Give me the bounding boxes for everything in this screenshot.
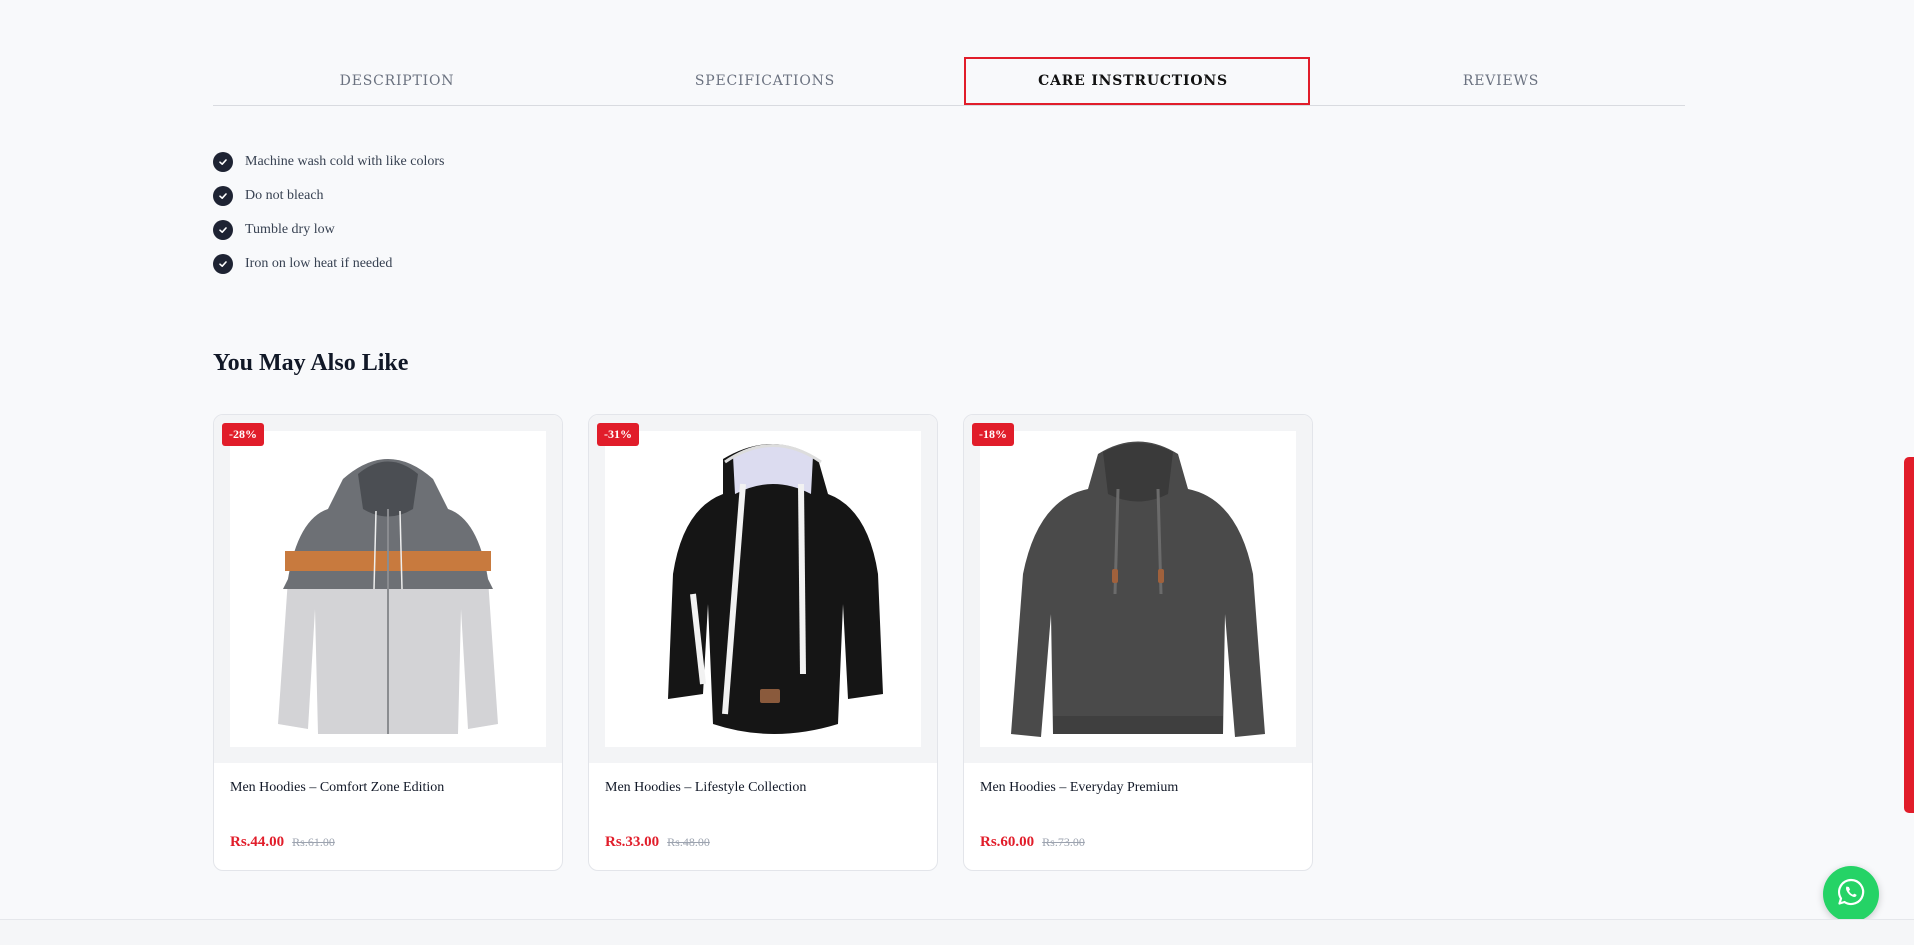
product-price: Rs.33.00 Rs.48.00 [605,834,710,851]
product-image-area[interactable] [589,415,937,763]
care-item-text: Tumble dry low [245,222,335,237]
product-name[interactable]: Men Hoodies – Everyday Premium [980,780,1178,796]
check-icon [213,152,233,172]
sale-price: Rs.60.00 [980,834,1035,850]
care-item-text: Machine wash cold with like colors [245,154,445,169]
sale-price: Rs.33.00 [605,834,660,850]
tab-description[interactable]: DESCRIPTION [213,56,581,105]
product-image-area[interactable] [214,415,562,763]
discount-badge: -31% [597,423,639,446]
tab-specifications[interactable]: SPECIFICATIONS [581,56,949,105]
related-products-grid: -28% Men Hoodies – Comfort Zone Edition … [213,414,1313,871]
whatsapp-icon [1836,877,1866,911]
care-item: Do not bleach [213,179,444,213]
product-price: Rs.44.00 Rs.61.00 [230,834,335,851]
discount-badge: -28% [222,423,264,446]
care-item-text: Iron on low heat if needed [245,256,393,271]
product-card[interactable]: -31% Men Hoodies – Lifestyle Collection … [588,414,938,871]
product-card[interactable]: -18% Men Hoodies – Everyday Premium Rs.6… [963,414,1313,871]
tab-reviews[interactable]: REVIEWS [1317,56,1685,105]
product-image [230,431,546,747]
original-price: Rs.73.00 [1042,835,1085,849]
care-instructions-list: Machine wash cold with like colors Do no… [213,145,444,281]
check-icon [213,220,233,240]
product-card[interactable]: -28% Men Hoodies – Comfort Zone Edition … [213,414,563,871]
tab-care-instructions[interactable]: CARE INSTRUCTIONS [949,56,1317,105]
original-price: Rs.61.00 [292,835,335,849]
footer-edge [0,919,1914,945]
check-icon [213,254,233,274]
scrollbar-thumb[interactable] [1904,457,1914,813]
product-image-area[interactable] [964,415,1312,763]
discount-badge: -18% [972,423,1014,446]
product-tabs: DESCRIPTION SPECIFICATIONS CARE INSTRUCT… [213,56,1685,106]
product-name[interactable]: Men Hoodies – Comfort Zone Edition [230,780,444,796]
care-item: Tumble dry low [213,213,444,247]
care-item: Iron on low heat if needed [213,247,444,281]
care-item: Machine wash cold with like colors [213,145,444,179]
product-image [605,431,921,747]
product-name[interactable]: Men Hoodies – Lifestyle Collection [605,780,806,796]
check-icon [213,186,233,206]
sale-price: Rs.44.00 [230,834,285,850]
related-products-title: You May Also Like [213,350,409,376]
product-image [980,431,1296,747]
product-price: Rs.60.00 Rs.73.00 [980,834,1085,851]
original-price: Rs.48.00 [667,835,710,849]
care-item-text: Do not bleach [245,188,324,203]
whatsapp-chat-button[interactable] [1823,866,1879,922]
